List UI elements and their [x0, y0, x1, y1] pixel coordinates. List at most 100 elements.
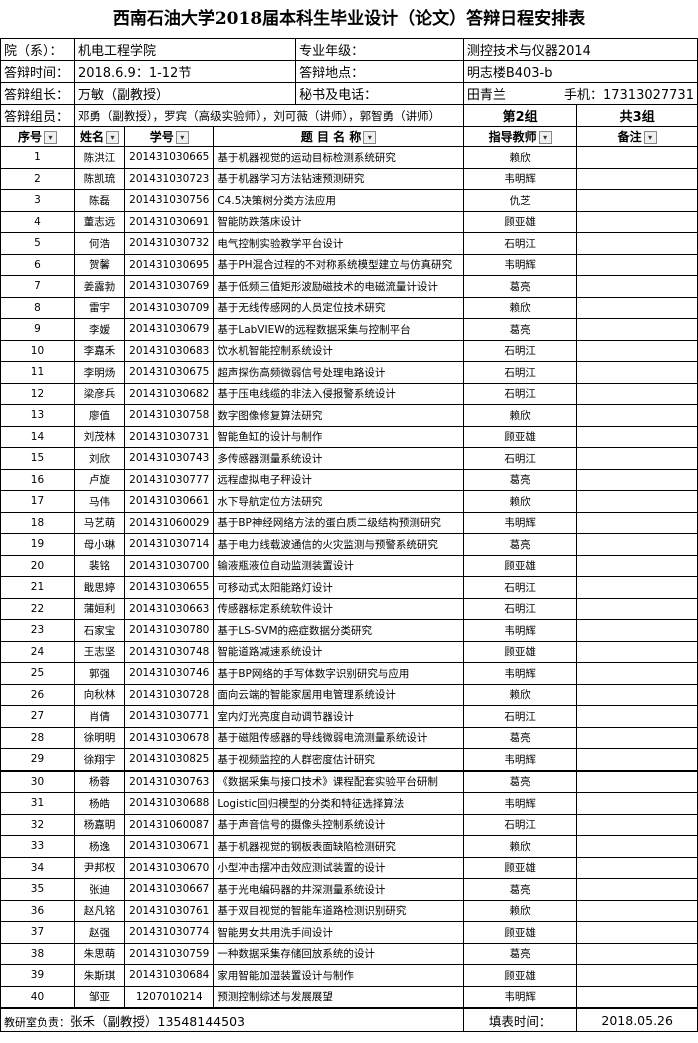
- row-no-cell[interactable]: 28: [0, 726, 75, 749]
- row-advisor-cell[interactable]: 石明江: [462, 339, 578, 362]
- row-advisor-cell[interactable]: 仇芝: [462, 189, 578, 212]
- row-name-cell[interactable]: 赵强: [73, 921, 126, 944]
- row-id-cell[interactable]: 1207010214: [124, 985, 215, 1009]
- row-name-cell[interactable]: 赵凡铭: [73, 899, 126, 922]
- row-advisor-cell[interactable]: 顾亚雄: [462, 856, 578, 879]
- row-advisor-cell[interactable]: 韦明辉: [462, 511, 578, 534]
- row-advisor-cell[interactable]: 赖欣: [462, 490, 578, 513]
- row-note-cell[interactable]: [576, 835, 698, 858]
- row-no-cell[interactable]: 10: [0, 339, 75, 362]
- row-topic-cell[interactable]: 面向云端的智能家居用电管理系统设计: [213, 683, 464, 706]
- row-advisor-cell[interactable]: 石明江: [462, 232, 578, 255]
- row-topic-cell[interactable]: 电气控制实验教学平台设计: [213, 232, 464, 255]
- row-no-cell[interactable]: 9: [0, 318, 75, 341]
- row-advisor-cell[interactable]: 赖欣: [462, 296, 578, 319]
- col-topic-header[interactable]: 题 目 名 称 ▾: [213, 126, 464, 147]
- row-topic-cell[interactable]: C4.5决策树分类方法应用: [213, 189, 464, 212]
- row-note-cell[interactable]: [576, 447, 698, 470]
- row-id-cell[interactable]: 201431030655: [124, 576, 215, 599]
- row-advisor-cell[interactable]: 韦明辉: [462, 748, 578, 771]
- secretary-cell[interactable]: 田青兰 手机：17313027731: [462, 82, 698, 105]
- col-note-header[interactable]: 备注 ▾: [576, 126, 698, 147]
- row-advisor-cell[interactable]: 赖欣: [462, 899, 578, 922]
- row-no-cell[interactable]: 33: [0, 835, 75, 858]
- row-name-cell[interactable]: 陈磊: [73, 189, 126, 212]
- row-advisor-cell[interactable]: 赖欣: [462, 404, 578, 427]
- row-id-cell[interactable]: 201431030714: [124, 533, 215, 556]
- row-id-cell[interactable]: 201431030695: [124, 253, 215, 276]
- row-name-cell[interactable]: 卢旋: [73, 468, 126, 491]
- row-topic-cell[interactable]: 输液瓶液位自动监测装置设计: [213, 554, 464, 577]
- row-topic-cell[interactable]: 室内灯光亮度自动调节器设计: [213, 705, 464, 728]
- row-name-cell[interactable]: 邹亚: [73, 985, 126, 1009]
- row-no-cell[interactable]: 6: [0, 253, 75, 276]
- row-name-cell[interactable]: 杨逸: [73, 835, 126, 858]
- row-note-cell[interactable]: [576, 210, 698, 233]
- row-no-cell[interactable]: 34: [0, 856, 75, 879]
- row-topic-cell[interactable]: 基于BP网络的手写体数字识别研究与应用: [213, 662, 464, 685]
- row-name-cell[interactable]: 蒲姮利: [73, 597, 126, 620]
- row-advisor-cell[interactable]: 顾亚雄: [462, 554, 578, 577]
- row-note-cell[interactable]: [576, 275, 698, 298]
- row-id-cell[interactable]: 201431030675: [124, 361, 215, 384]
- row-no-cell[interactable]: 38: [0, 942, 75, 965]
- row-id-cell[interactable]: 201431030771: [124, 705, 215, 728]
- row-topic-cell[interactable]: 基于视频监控的人群密度估计研究: [213, 748, 464, 771]
- row-name-cell[interactable]: 马伟: [73, 490, 126, 513]
- row-id-cell[interactable]: 201431030723: [124, 167, 215, 190]
- row-advisor-cell[interactable]: 赖欣: [462, 683, 578, 706]
- row-name-cell[interactable]: 母小琳: [73, 533, 126, 556]
- row-id-cell[interactable]: 201431030728: [124, 683, 215, 706]
- row-id-cell[interactable]: 201431030665: [124, 146, 215, 169]
- row-topic-cell[interactable]: 基于机器视觉的运动目标检测系统研究: [213, 146, 464, 169]
- row-no-cell[interactable]: 5: [0, 232, 75, 255]
- row-topic-cell[interactable]: 小型冲击摆冲击效应测试装置的设计: [213, 856, 464, 879]
- row-id-cell[interactable]: 201431030663: [124, 597, 215, 620]
- row-topic-cell[interactable]: 基于声音信号的摄像头控制系统设计: [213, 813, 464, 836]
- row-name-cell[interactable]: 董志远: [73, 210, 126, 233]
- row-advisor-cell[interactable]: 赖欣: [462, 835, 578, 858]
- row-note-cell[interactable]: [576, 705, 698, 728]
- row-note-cell[interactable]: [576, 813, 698, 836]
- row-topic-cell[interactable]: 预测控制综述与发展展望: [213, 985, 464, 1009]
- row-no-cell[interactable]: 40: [0, 985, 75, 1009]
- row-advisor-cell[interactable]: 葛亮: [462, 533, 578, 556]
- row-note-cell[interactable]: [576, 683, 698, 706]
- row-note-cell[interactable]: [576, 597, 698, 620]
- row-advisor-cell[interactable]: 石明江: [462, 705, 578, 728]
- row-no-cell[interactable]: 30: [0, 769, 75, 793]
- row-id-cell[interactable]: 201431060029: [124, 511, 215, 534]
- row-id-cell[interactable]: 201431030671: [124, 835, 215, 858]
- row-no-cell[interactable]: 14: [0, 425, 75, 448]
- row-id-cell[interactable]: 201431030777: [124, 468, 215, 491]
- filter-dropdown-icon[interactable]: ▾: [538, 131, 552, 144]
- col-id-header[interactable]: 学号 ▾: [124, 126, 215, 147]
- row-note-cell[interactable]: [576, 296, 698, 319]
- row-id-cell[interactable]: 201431030682: [124, 382, 215, 405]
- row-no-cell[interactable]: 21: [0, 576, 75, 599]
- row-advisor-cell[interactable]: 葛亮: [462, 878, 578, 901]
- filter-dropdown-icon[interactable]: ▾: [43, 131, 57, 144]
- filter-dropdown-icon[interactable]: ▾: [106, 131, 120, 144]
- row-note-cell[interactable]: [576, 640, 698, 663]
- leader-value[interactable]: 万敏（副教授）: [73, 82, 297, 105]
- row-name-cell[interactable]: 徐翔宇: [73, 748, 126, 771]
- row-id-cell[interactable]: 201431030759: [124, 942, 215, 965]
- row-name-cell[interactable]: 徐明明: [73, 726, 126, 749]
- row-id-cell[interactable]: 201431030683: [124, 339, 215, 362]
- row-no-cell[interactable]: 1: [0, 146, 75, 169]
- row-topic-cell[interactable]: 数字图像修复算法研究: [213, 404, 464, 427]
- row-no-cell[interactable]: 24: [0, 640, 75, 663]
- row-advisor-cell[interactable]: 葛亮: [462, 726, 578, 749]
- row-note-cell[interactable]: [576, 856, 698, 879]
- row-note-cell[interactable]: [576, 942, 698, 965]
- row-note-cell[interactable]: [576, 726, 698, 749]
- col-no-header[interactable]: 序号 ▾: [0, 126, 75, 147]
- row-topic-cell[interactable]: 智能防跌落床设计: [213, 210, 464, 233]
- row-id-cell[interactable]: 201431030678: [124, 726, 215, 749]
- row-advisor-cell[interactable]: 石明江: [462, 382, 578, 405]
- row-name-cell[interactable]: 尹邦权: [73, 856, 126, 879]
- row-topic-cell[interactable]: 基于压电线缆的非法入侵报警系统设计: [213, 382, 464, 405]
- row-note-cell[interactable]: [576, 576, 698, 599]
- row-id-cell[interactable]: 201431030825: [124, 748, 215, 771]
